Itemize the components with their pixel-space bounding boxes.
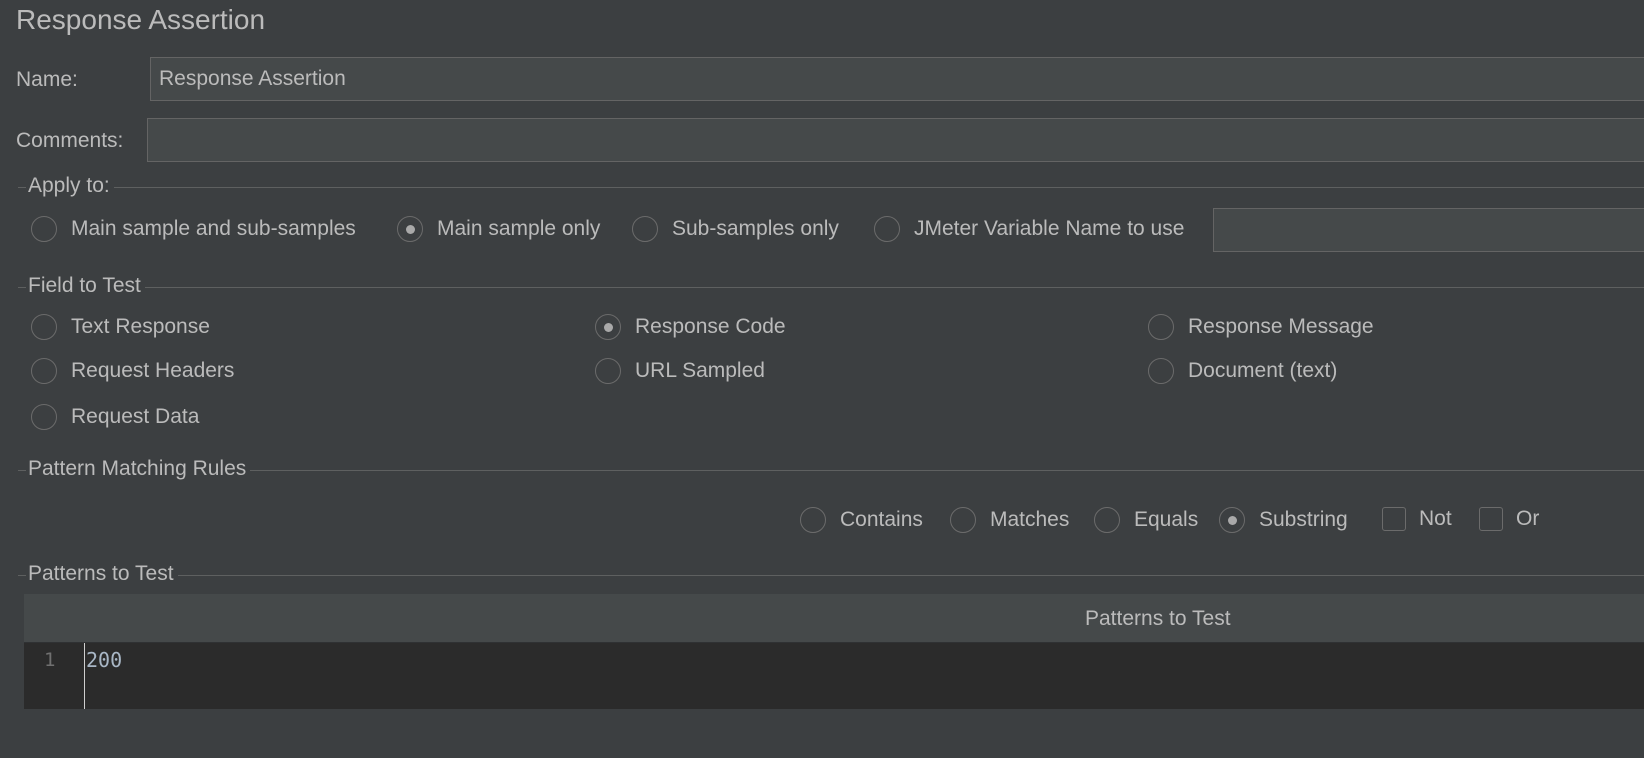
- panel-title: Response Assertion: [16, 4, 266, 35]
- radio-icon: [31, 216, 57, 242]
- comments-label: Comments:: [16, 129, 124, 152]
- radio-icon: [1148, 358, 1174, 384]
- option-label: Main sample and sub-samples: [71, 217, 356, 240]
- option-label: Substring: [1259, 508, 1348, 531]
- rule-or-checkbox[interactable]: Or: [1479, 507, 1539, 531]
- option-label: JMeter Variable Name to use: [914, 217, 1185, 240]
- checkbox-icon: [1479, 507, 1503, 531]
- rule-substring-radio[interactable]: Substring: [1219, 507, 1348, 533]
- radio-icon: [1094, 507, 1120, 533]
- option-label: Response Message: [1188, 315, 1374, 338]
- field-request-headers-radio[interactable]: Request Headers: [31, 358, 234, 384]
- option-label: URL Sampled: [635, 359, 765, 382]
- option-label: Request Data: [71, 405, 200, 428]
- radio-icon: [800, 507, 826, 533]
- radio-selected-icon: [397, 216, 423, 242]
- option-label: Matches: [990, 508, 1070, 531]
- option-label: Document (text): [1188, 359, 1338, 382]
- option-label: Sub-samples only: [672, 217, 839, 240]
- checkbox-icon: [1382, 507, 1406, 531]
- field-response-message-radio[interactable]: Response Message: [1148, 314, 1374, 340]
- field-document-text-radio[interactable]: Document (text): [1148, 358, 1337, 384]
- rule-not-checkbox[interactable]: Not: [1382, 507, 1452, 531]
- rule-equals-radio[interactable]: Equals: [1094, 507, 1198, 533]
- pattern-value[interactable]: 200: [86, 648, 122, 672]
- patterns-section: Patterns to Test: [18, 562, 1644, 586]
- field-request-data-radio[interactable]: Request Data: [31, 404, 199, 430]
- field-text-response-radio[interactable]: Text Response: [31, 314, 210, 340]
- radio-selected-icon: [1219, 507, 1245, 533]
- option-label: Text Response: [71, 315, 210, 338]
- option-label: Request Headers: [71, 359, 235, 382]
- pattern-rules-legend: Pattern Matching Rules: [26, 457, 251, 481]
- patterns-legend: Patterns to Test: [26, 562, 178, 586]
- response-assertion-panel: Response Assertion Name: Response Assert…: [0, 0, 1644, 758]
- option-label: Not: [1419, 507, 1452, 530]
- radio-icon: [31, 314, 57, 340]
- apply-main-and-sub-radio[interactable]: Main sample and sub-samples: [31, 216, 356, 242]
- apply-jmeter-variable-radio[interactable]: JMeter Variable Name to use: [874, 216, 1184, 242]
- option-label: Main sample only: [437, 217, 601, 240]
- radio-icon: [595, 358, 621, 384]
- radio-icon: [31, 404, 57, 430]
- apply-to-legend: Apply to:: [26, 174, 114, 198]
- patterns-table-header[interactable]: Patterns to Test: [24, 594, 1644, 643]
- apply-main-only-radio[interactable]: Main sample only: [397, 216, 600, 242]
- patterns-editor[interactable]: 1 200: [24, 643, 1644, 709]
- apply-sub-only-radio[interactable]: Sub-samples only: [632, 216, 839, 242]
- option-label: Or: [1516, 507, 1540, 530]
- option-label: Equals: [1134, 508, 1199, 531]
- radio-icon: [31, 358, 57, 384]
- radio-icon: [950, 507, 976, 533]
- option-label: Contains: [840, 508, 923, 531]
- patterns-column-header: Patterns to Test: [1085, 607, 1231, 630]
- field-response-code-radio[interactable]: Response Code: [595, 314, 786, 340]
- name-label: Name:: [16, 68, 78, 91]
- field-url-sampled-radio[interactable]: URL Sampled: [595, 358, 765, 384]
- jmeter-variable-field[interactable]: [1213, 208, 1644, 252]
- comments-field[interactable]: [147, 118, 1644, 162]
- radio-icon: [632, 216, 658, 242]
- line-number: 1: [44, 649, 56, 671]
- text-cursor: [84, 643, 85, 709]
- pattern-rules-section: Pattern Matching Rules: [18, 457, 1644, 481]
- field-to-test-legend: Field to Test: [26, 274, 145, 298]
- apply-to-section: Apply to:: [18, 174, 1644, 198]
- radio-icon: [1148, 314, 1174, 340]
- radio-icon: [874, 216, 900, 242]
- radio-selected-icon: [595, 314, 621, 340]
- name-field[interactable]: Response Assertion: [150, 57, 1644, 101]
- rule-matches-radio[interactable]: Matches: [950, 507, 1069, 533]
- option-label: Response Code: [635, 315, 786, 338]
- rule-contains-radio[interactable]: Contains: [800, 507, 923, 533]
- field-to-test-section: Field to Test: [18, 274, 1644, 298]
